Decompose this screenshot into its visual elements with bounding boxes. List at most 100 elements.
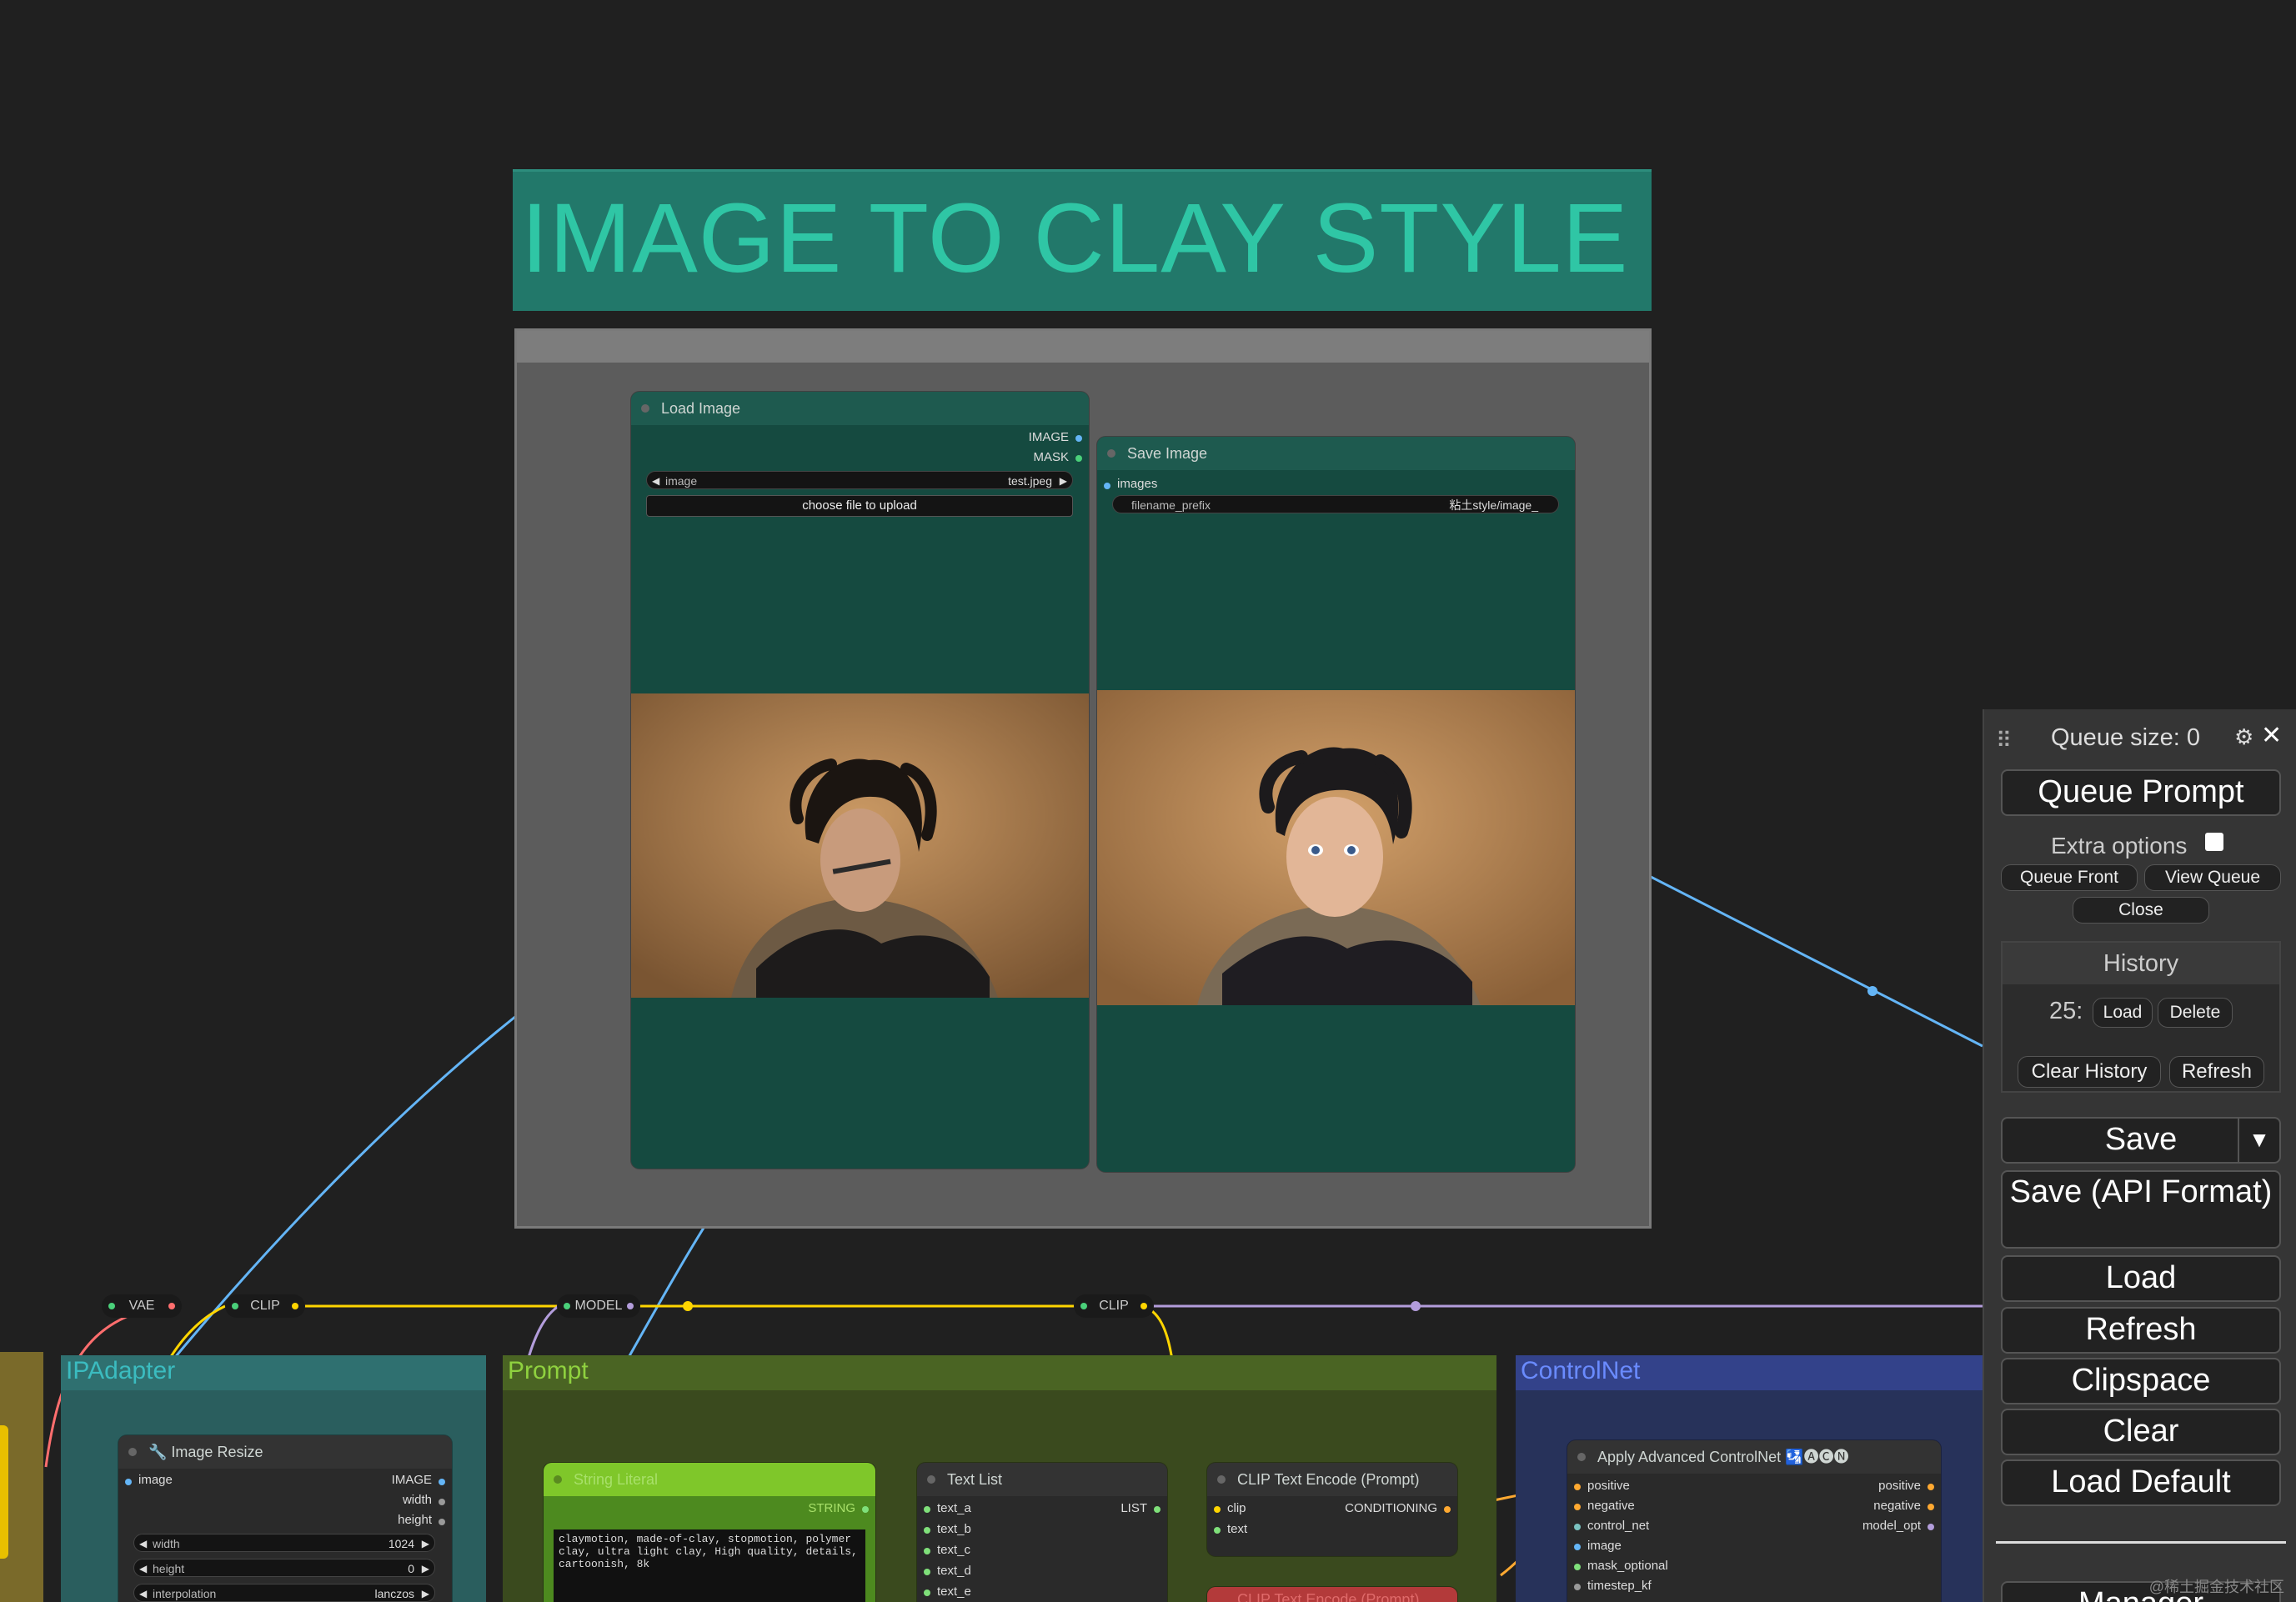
collapse-dot[interactable] [927, 1475, 935, 1484]
view-queue-button[interactable]: View Queue [2144, 864, 2281, 891]
gear-icon[interactable]: ⚙ [2234, 724, 2253, 750]
arrow-right-icon[interactable]: ▶ [422, 1534, 429, 1553]
reroute-out-slot[interactable] [168, 1303, 175, 1309]
output-slot-negative[interactable] [1928, 1504, 1934, 1510]
drag-handle-icon[interactable]: ⠿ [1996, 728, 2012, 753]
input-slot-images[interactable] [1104, 483, 1110, 489]
arrow-right-icon[interactable]: ▶ [422, 1584, 429, 1602]
history-refresh-button[interactable]: Refresh [2169, 1056, 2264, 1088]
clip-text-encode-node[interactable]: CLIP Text Encode (Prompt) clip text COND… [1207, 1463, 1457, 1556]
input-slot-positive[interactable] [1574, 1484, 1581, 1490]
node-header[interactable]: Apply Advanced ControlNet 🛂🅐🅒🅝 [1567, 1440, 1941, 1474]
collapse-dot[interactable] [641, 404, 649, 413]
reroute-clip[interactable]: CLIP [225, 1294, 305, 1318]
reroute-model[interactable]: MODEL [557, 1294, 640, 1318]
history-delete-button[interactable]: Delete [2158, 998, 2233, 1028]
input-slot-text-e[interactable] [924, 1589, 930, 1596]
collapse-dot[interactable] [128, 1448, 137, 1456]
node-header[interactable]: String Literal [544, 1463, 875, 1496]
input-slot-text[interactable] [1214, 1527, 1221, 1534]
node-header[interactable]: Load Image [631, 392, 1089, 425]
reroute-out-slot[interactable] [627, 1303, 634, 1309]
input-slot-text-a[interactable] [924, 1506, 930, 1513]
load-image-node[interactable]: Load Image IMAGE MASK ◀ image test.jpeg … [631, 392, 1089, 1169]
refresh-button[interactable]: Refresh [2001, 1307, 2281, 1354]
node-header[interactable]: Save Image [1097, 437, 1575, 470]
reroute-out-slot[interactable] [292, 1303, 298, 1309]
output-slot-image[interactable] [1075, 435, 1082, 442]
arrow-left-icon[interactable]: ◀ [139, 1559, 147, 1578]
input-slot-image[interactable] [1574, 1544, 1581, 1550]
output-slot-list[interactable] [1154, 1506, 1161, 1513]
queue-prompt-button[interactable]: Queue Prompt [2001, 769, 2281, 816]
collapse-dot[interactable] [1577, 1453, 1586, 1461]
save-dropdown-icon[interactable]: ▼ [2238, 1119, 2279, 1162]
load-button[interactable]: Load [2001, 1255, 2281, 1302]
input-slot-mask[interactable] [1574, 1564, 1581, 1570]
clear-history-button[interactable]: Clear History [2018, 1056, 2161, 1088]
image-resize-node[interactable]: 🔧 Image Resize image IMAGE width height … [118, 1435, 452, 1602]
input-slot-text-c[interactable] [924, 1548, 930, 1554]
input-slot-negative[interactable] [1574, 1504, 1581, 1510]
arrow-left-icon[interactable]: ◀ [652, 472, 659, 490]
output-slot-conditioning[interactable] [1444, 1506, 1451, 1513]
string-literal-node[interactable]: String Literal STRING claymotion, made-o… [544, 1463, 875, 1602]
input-slot-clip[interactable] [1214, 1506, 1221, 1513]
input-slot-image[interactable] [125, 1479, 132, 1485]
load-default-button[interactable]: Load Default [2001, 1459, 2281, 1506]
output-slot-string[interactable] [862, 1506, 869, 1513]
input-slot-control-net[interactable] [1574, 1524, 1581, 1530]
clear-button[interactable]: Clear [2001, 1409, 2281, 1455]
arrow-left-icon[interactable]: ◀ [139, 1534, 147, 1553]
upload-button[interactable]: choose file to upload [646, 495, 1073, 517]
height-widget[interactable]: ◀ height 0 ▶ [133, 1559, 435, 1577]
node-header[interactable]: Text List [917, 1463, 1167, 1496]
output-slot-width[interactable] [439, 1499, 445, 1505]
title-note[interactable]: IMAGE TO CLAY STYLE [513, 169, 1652, 311]
image-combo-widget[interactable]: ◀ image test.jpeg ▶ [646, 471, 1073, 489]
node-header[interactable]: CLIP Text Encode (Prompt) [1207, 1463, 1457, 1496]
save-api-format-button[interactable]: Save (API Format) [2001, 1170, 2281, 1249]
clip-text-encode-negative-node[interactable]: CLIP Text Encode (Prompt) [1207, 1587, 1457, 1602]
reroute-clip-2[interactable]: CLIP [1074, 1294, 1154, 1318]
input-slot-timestep[interactable] [1574, 1584, 1581, 1590]
width-widget[interactable]: ◀ width 1024 ▶ [133, 1534, 435, 1552]
arrow-right-icon[interactable]: ▶ [1060, 472, 1067, 490]
collapse-dot[interactable] [1107, 449, 1115, 458]
prompt-textarea[interactable]: claymotion, made-of-clay, stopmotion, po… [554, 1529, 865, 1602]
node-header[interactable]: 🔧 Image Resize [118, 1435, 452, 1469]
node-header[interactable]: CLIP Text Encode (Prompt) [1207, 1587, 1457, 1602]
input-slot-text-d[interactable] [924, 1569, 930, 1575]
reroute-in-slot[interactable] [232, 1303, 238, 1309]
reroute-out-slot[interactable] [1140, 1303, 1147, 1309]
clipspace-button[interactable]: Clipspace [2001, 1358, 2281, 1404]
text-list-node[interactable]: Text List LIST text_a text_b text_c text… [917, 1463, 1167, 1602]
close-button[interactable]: Close [2073, 897, 2209, 924]
collapse-dot[interactable] [554, 1475, 562, 1484]
reroute-in-slot[interactable] [564, 1303, 570, 1309]
queue-front-button[interactable]: Queue Front [2001, 864, 2138, 891]
close-icon[interactable]: ✕ [2261, 721, 2282, 750]
reroute-vae[interactable]: VAE [102, 1294, 182, 1318]
group-header[interactable] [503, 1355, 1496, 1390]
filename-prefix-widget[interactable]: filename_prefix 粘土style/image_ [1112, 495, 1559, 513]
output-slot-mask[interactable] [1075, 455, 1082, 462]
reroute-in-slot[interactable] [108, 1303, 115, 1309]
output-slot-positive[interactable] [1928, 1484, 1934, 1490]
arrow-left-icon[interactable]: ◀ [139, 1584, 147, 1602]
output-slot-image[interactable] [439, 1479, 445, 1485]
group-header[interactable] [517, 331, 1649, 363]
save-button[interactable]: Save ▼ [2001, 1117, 2281, 1164]
queue-side-panel[interactable]: ⠿ Queue size: 0 ⚙ ✕ Queue Prompt Extra o… [1983, 709, 2296, 1602]
apply-controlnet-node[interactable]: Apply Advanced ControlNet 🛂🅐🅒🅝 positive … [1567, 1440, 1941, 1602]
left-node-edge[interactable] [0, 1425, 8, 1559]
reroute-in-slot[interactable] [1080, 1303, 1087, 1309]
collapse-dot[interactable] [1217, 1475, 1226, 1484]
input-slot-text-b[interactable] [924, 1527, 930, 1534]
save-image-node[interactable]: Save Image images filename_prefix 粘土styl… [1097, 437, 1575, 1172]
arrow-right-icon[interactable]: ▶ [422, 1559, 429, 1578]
extra-options-checkbox[interactable] [2205, 833, 2223, 851]
history-load-button[interactable]: Load [2093, 998, 2153, 1028]
output-slot-height[interactable] [439, 1519, 445, 1525]
output-slot-model-opt[interactable] [1928, 1524, 1934, 1530]
